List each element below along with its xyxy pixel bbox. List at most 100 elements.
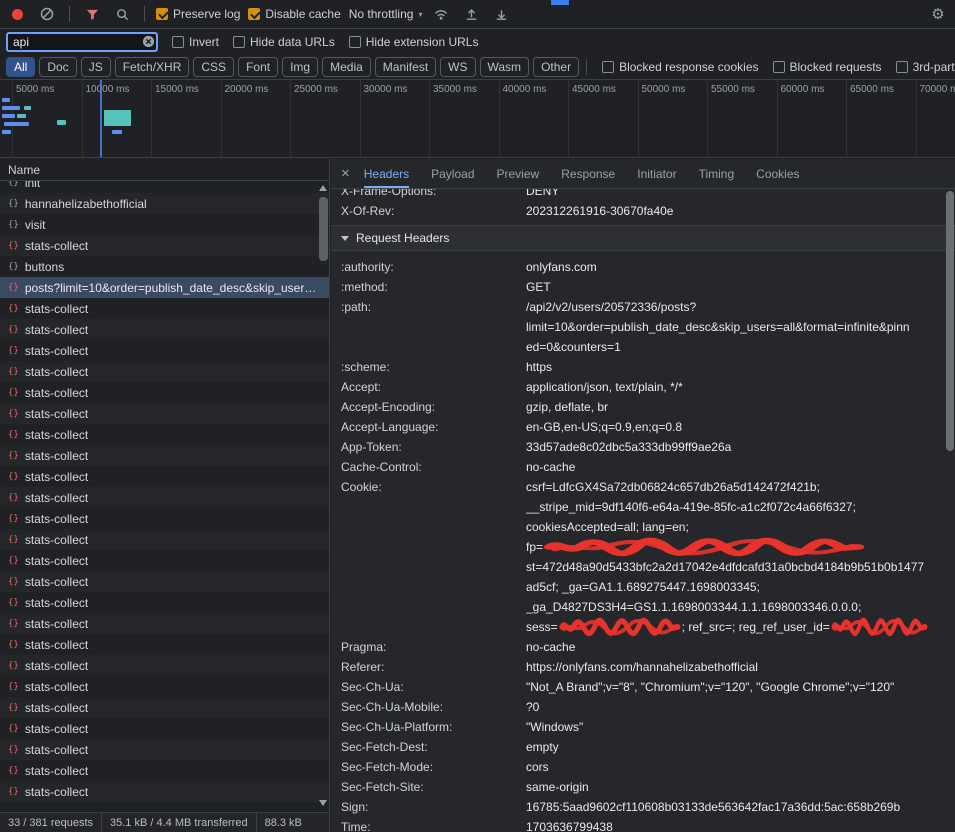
request-row[interactable]: {}stats-collect bbox=[0, 466, 329, 487]
request-row[interactable]: {}hannahelizabethofficial bbox=[0, 193, 329, 214]
blocked-response-cookies-checkbox[interactable]: Blocked response cookies bbox=[602, 60, 758, 74]
request-name: stats-collect bbox=[25, 533, 317, 547]
filter-input[interactable] bbox=[6, 32, 158, 52]
header-value-line: application/json, text/plain, */* bbox=[526, 377, 955, 397]
request-type-icon: {} bbox=[8, 661, 19, 671]
request-row[interactable]: {}stats-collect bbox=[0, 424, 329, 445]
request-row[interactable]: {}stats-collect bbox=[0, 697, 329, 718]
hide-data-urls-checkbox[interactable]: Hide data URLs bbox=[233, 35, 335, 49]
tab-cookies[interactable]: Cookies bbox=[756, 159, 799, 188]
request-list-inner: {}init{}hannahelizabethofficial{}visit{}… bbox=[0, 181, 329, 802]
import-har-button[interactable] bbox=[460, 4, 482, 24]
scrollbar-up-icon[interactable] bbox=[319, 185, 327, 191]
request-name: stats-collect bbox=[25, 323, 317, 337]
type-filter-media[interactable]: Media bbox=[322, 57, 371, 77]
request-row[interactable]: {}stats-collect bbox=[0, 298, 329, 319]
header-name: Cookie: bbox=[331, 477, 526, 497]
request-row[interactable]: {}stats-collect bbox=[0, 340, 329, 361]
request-row[interactable]: {}stats-collect bbox=[0, 529, 329, 550]
request-type-icon: {} bbox=[8, 220, 19, 230]
request-row[interactable]: {}stats-collect bbox=[0, 571, 329, 592]
type-filter-img[interactable]: Img bbox=[282, 57, 318, 77]
request-type-icon: {} bbox=[8, 325, 19, 335]
request-row[interactable]: {}stats-collect bbox=[0, 760, 329, 781]
timeline-tick-label: 55000 ms bbox=[711, 84, 755, 95]
request-row[interactable]: {}stats-collect bbox=[0, 655, 329, 676]
type-filter-fetch-xhr[interactable]: Fetch/XHR bbox=[115, 57, 190, 77]
request-row[interactable]: {}stats-collect bbox=[0, 592, 329, 613]
header-value: /api2/v2/users/20572336/posts?limit=10&o… bbox=[526, 297, 955, 357]
tab-headers[interactable]: Headers bbox=[364, 159, 409, 188]
blocked-requests-label: Blocked requests bbox=[790, 60, 882, 74]
request-row[interactable]: {}stats-collect bbox=[0, 634, 329, 655]
request-row[interactable]: {}stats-collect bbox=[0, 487, 329, 508]
request-row[interactable]: {}stats-collect bbox=[0, 676, 329, 697]
request-row[interactable]: {}stats-collect bbox=[0, 508, 329, 529]
timeline-tick-label: 60000 ms bbox=[781, 84, 825, 95]
type-filter-css[interactable]: CSS bbox=[193, 57, 234, 77]
filter-button[interactable] bbox=[81, 4, 103, 24]
timeline-activity-bar bbox=[17, 114, 26, 118]
search-button[interactable] bbox=[111, 4, 133, 24]
3rd-party-requests-checkbox[interactable]: 3rd-party requests bbox=[896, 60, 955, 74]
toolbar-divider bbox=[69, 6, 70, 22]
details-scrollbar[interactable] bbox=[946, 191, 954, 451]
request-row[interactable]: {}buttons bbox=[0, 256, 329, 277]
request-list-scrollbar[interactable] bbox=[319, 197, 328, 261]
request-name: stats-collect bbox=[25, 743, 317, 757]
header-name: Pragma: bbox=[331, 637, 526, 657]
tab-preview[interactable]: Preview bbox=[497, 159, 540, 188]
tab-response[interactable]: Response bbox=[561, 159, 615, 188]
scrollbar-down-icon[interactable] bbox=[319, 800, 327, 806]
request-row[interactable]: {}visit bbox=[0, 214, 329, 235]
close-icon[interactable]: × bbox=[341, 165, 350, 182]
tab-timing[interactable]: Timing bbox=[699, 159, 735, 188]
preserve-log-checkbox[interactable]: Preserve log bbox=[156, 7, 240, 21]
network-conditions-button[interactable] bbox=[430, 4, 452, 24]
timeline-gridline bbox=[916, 80, 917, 157]
request-row[interactable]: {}stats-collect bbox=[0, 613, 329, 634]
throttling-select[interactable]: No throttling ▾ bbox=[349, 7, 423, 21]
hide-extension-urls-checkbox[interactable]: Hide extension URLs bbox=[349, 35, 479, 49]
tab-payload[interactable]: Payload bbox=[431, 159, 474, 188]
export-har-button[interactable] bbox=[490, 4, 512, 24]
request-row[interactable]: {}stats-collect bbox=[0, 382, 329, 403]
request-row[interactable]: {}stats-collect bbox=[0, 403, 329, 424]
checkbox-unchecked-icon bbox=[773, 61, 785, 73]
name-column-header[interactable]: Name bbox=[0, 159, 329, 181]
header-name: :method: bbox=[331, 277, 526, 297]
clear-filter-icon[interactable] bbox=[142, 35, 155, 48]
type-filter-wasm[interactable]: Wasm bbox=[480, 57, 530, 77]
disable-cache-checkbox[interactable]: Disable cache bbox=[248, 7, 340, 21]
invert-checkbox[interactable]: Invert bbox=[172, 35, 219, 49]
blocked-requests-checkbox[interactable]: Blocked requests bbox=[773, 60, 882, 74]
request-row[interactable]: {}init bbox=[0, 181, 329, 193]
request-row[interactable]: {}stats-collect bbox=[0, 445, 329, 466]
type-filter-manifest[interactable]: Manifest bbox=[375, 57, 436, 77]
request-row[interactable]: {}stats-collect bbox=[0, 718, 329, 739]
header-name: Sec-Fetch-Site: bbox=[331, 777, 526, 797]
request-row[interactable]: {}posts?limit=10&order=publish_date_desc… bbox=[0, 277, 329, 298]
type-filter-js[interactable]: JS bbox=[81, 57, 111, 77]
tab-initiator[interactable]: Initiator bbox=[637, 159, 676, 188]
header-value-line: ?0 bbox=[526, 697, 955, 717]
request-row[interactable]: {}stats-collect bbox=[0, 781, 329, 802]
settings-button[interactable]: ⚙ bbox=[927, 4, 949, 24]
type-filter-doc[interactable]: Doc bbox=[39, 57, 76, 77]
request-row[interactable]: {}stats-collect bbox=[0, 739, 329, 760]
request-row[interactable]: {} stats-collect bbox=[0, 319, 329, 340]
timeline-overview[interactable]: 5000 ms10000 ms15000 ms20000 ms25000 ms3… bbox=[0, 80, 955, 158]
timeline-gridline bbox=[12, 80, 13, 157]
type-filter-all[interactable]: All bbox=[6, 57, 35, 77]
type-filter-ws[interactable]: WS bbox=[440, 57, 475, 77]
request-name: stats-collect bbox=[25, 428, 317, 442]
resources-size: 88.3 kB bbox=[257, 813, 310, 832]
request-row[interactable]: {}stats-collect bbox=[0, 235, 329, 256]
request-row[interactable]: {}stats-collect bbox=[0, 550, 329, 571]
type-filter-other[interactable]: Other bbox=[533, 57, 579, 77]
request-headers-section[interactable]: Request Headers bbox=[331, 225, 955, 251]
request-row[interactable]: {}stats-collect bbox=[0, 361, 329, 382]
type-filter-font[interactable]: Font bbox=[238, 57, 278, 77]
clear-button[interactable] bbox=[36, 4, 58, 24]
record-button[interactable] bbox=[6, 4, 28, 24]
